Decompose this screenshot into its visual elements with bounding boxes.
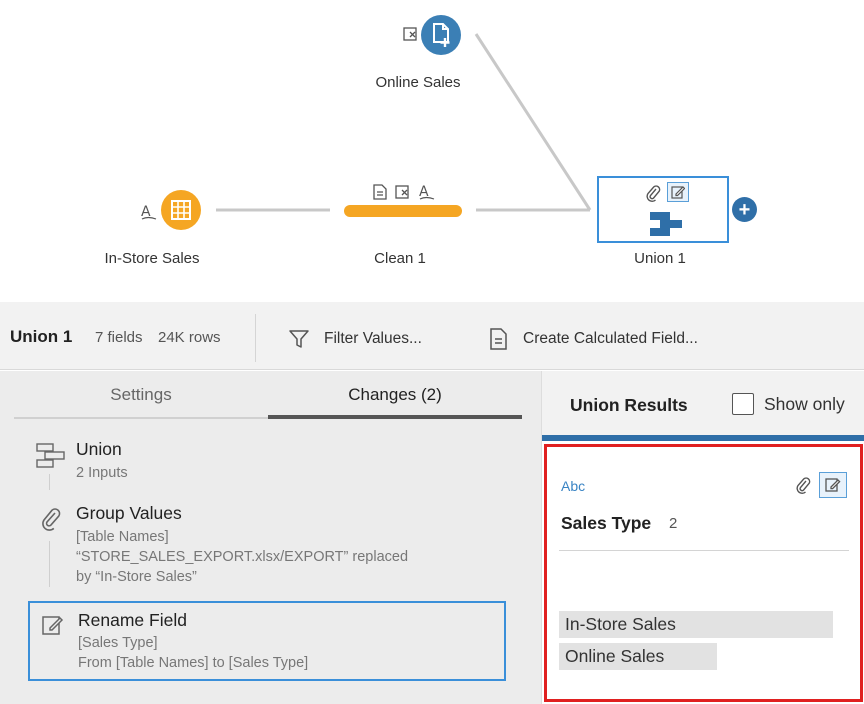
timeline-line bbox=[49, 541, 50, 587]
filter-values-button[interactable]: Filter Values... bbox=[288, 327, 422, 351]
toolbar-divider bbox=[255, 314, 256, 362]
change-title: Group Values bbox=[76, 503, 182, 523]
union-label: Union 1 bbox=[634, 250, 686, 267]
change-detail: [Sales Type] bbox=[78, 635, 158, 651]
value-bar[interactable]: Online Sales bbox=[559, 643, 717, 670]
table-icon bbox=[171, 200, 191, 220]
flow-canvas: Online Sales A In-Store Sales A Clean 1 bbox=[0, 0, 864, 302]
paperclip-icon bbox=[795, 476, 811, 498]
create-calculated-field-label: Create Calculated Field... bbox=[523, 330, 698, 347]
clean-step-bar[interactable] bbox=[344, 205, 462, 217]
change-item-rename-field[interactable]: Rename Field [Sales Type] From [Table Na… bbox=[28, 601, 506, 681]
union-icon bbox=[36, 443, 66, 471]
field-profile-card[interactable]: Abc Sales Type 2 In-Store Sales Online S… bbox=[544, 444, 863, 702]
add-file-icon bbox=[433, 23, 450, 47]
timeline-line bbox=[49, 474, 50, 490]
show-only-label: Show only bbox=[764, 394, 845, 414]
union-results-panel: Union Results Show only Abc Sales Type 2… bbox=[541, 371, 864, 704]
row-count: 24K rows bbox=[158, 329, 221, 346]
change-detail: 2 Inputs bbox=[76, 465, 128, 481]
in-store-sales-node[interactable] bbox=[161, 190, 201, 230]
results-header: Union Results Show only bbox=[542, 371, 864, 437]
rename-field-icon: A bbox=[418, 182, 436, 206]
table-removed-icon bbox=[403, 26, 419, 46]
tab-settings[interactable]: Settings bbox=[14, 385, 268, 419]
change-detail: by “In-Store Sales” bbox=[76, 569, 197, 585]
edit-icon bbox=[38, 613, 68, 641]
results-title: Union Results bbox=[570, 395, 688, 415]
value-bar[interactable]: In-Store Sales bbox=[559, 611, 833, 638]
distinct-value-count: 2 bbox=[669, 515, 678, 532]
field-type-label: Abc bbox=[561, 478, 586, 494]
add-step-button[interactable]: + bbox=[732, 197, 757, 222]
edit-icon bbox=[667, 182, 689, 202]
change-detail: [Table Names] bbox=[76, 529, 169, 545]
in-store-sales-label: In-Store Sales bbox=[104, 250, 200, 267]
paperclip-icon bbox=[36, 507, 66, 535]
results-accent-bar bbox=[542, 435, 864, 441]
clean-label: Clean 1 bbox=[374, 250, 426, 267]
create-calculated-field-button[interactable]: Create Calculated Field... bbox=[487, 327, 698, 351]
online-sales-label: Online Sales bbox=[375, 74, 461, 91]
field-divider bbox=[559, 550, 849, 551]
online-sales-node[interactable] bbox=[421, 15, 461, 55]
filter-values-label: Filter Values... bbox=[324, 330, 422, 347]
remove-field-icon bbox=[395, 184, 411, 204]
calculated-field-icon bbox=[487, 327, 509, 351]
step-name: Union 1 bbox=[10, 327, 73, 346]
union-node[interactable] bbox=[597, 176, 729, 243]
changes-panel: Settings Changes (2) Union 2 Inputs Grou… bbox=[0, 371, 541, 704]
field-name: Sales Type bbox=[561, 513, 652, 533]
paperclip-icon bbox=[645, 184, 661, 206]
tab-changes[interactable]: Changes (2) bbox=[268, 385, 522, 419]
change-title: Union bbox=[76, 439, 122, 459]
change-title: Rename Field bbox=[78, 610, 187, 630]
filter-icon bbox=[288, 327, 310, 351]
calc-field-icon bbox=[372, 184, 388, 204]
field-rename-icon: A bbox=[140, 202, 158, 226]
change-detail: “STORE_SALES_EXPORT.xlsx/EXPORT” replace… bbox=[76, 549, 409, 565]
field-count: 7 fields bbox=[95, 329, 143, 346]
step-toolbar: Union 1 7 fields 24K rows Filter Values.… bbox=[0, 302, 864, 370]
change-detail: From [Table Names] to [Sales Type] bbox=[78, 655, 309, 671]
change-item-group-values[interactable]: Group Values [Table Names] “STORE_SALES_… bbox=[28, 503, 506, 595]
connector-online-union bbox=[474, 33, 592, 211]
union-icon bbox=[650, 212, 682, 236]
show-only-checkbox[interactable] bbox=[732, 393, 754, 415]
change-item-union[interactable]: Union 2 Inputs bbox=[28, 439, 506, 495]
edit-icon[interactable] bbox=[819, 472, 847, 498]
